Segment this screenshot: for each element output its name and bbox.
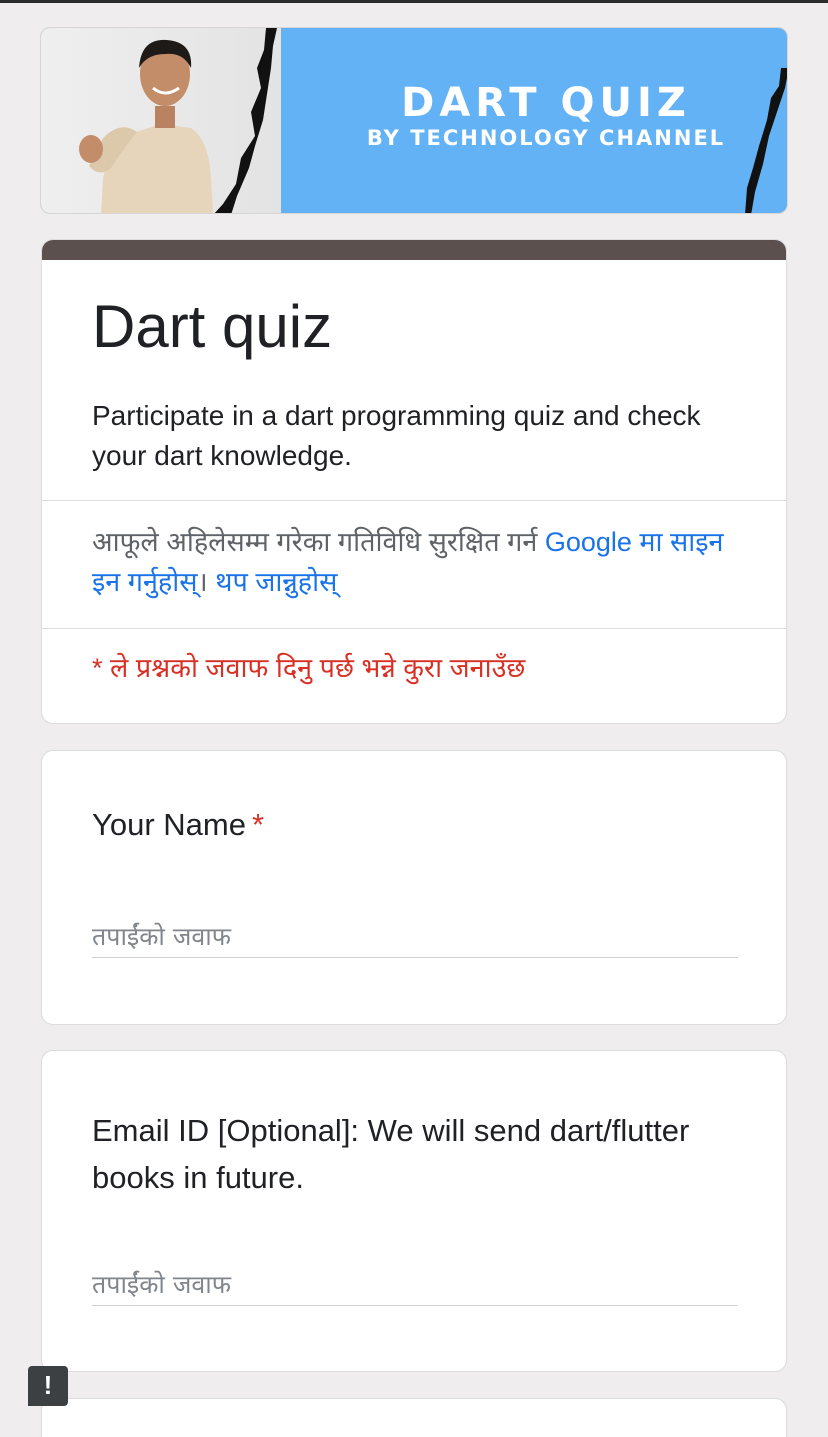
question-card-name: Your Name * [41, 750, 787, 1025]
signin-separator: । [197, 567, 216, 597]
question-title: Your Name * [92, 807, 264, 843]
required-indicator-note: * ले प्रश्नको जवाफ दिनु पर्छ भन्ने कुरा … [92, 653, 526, 683]
name-answer-input[interactable] [92, 916, 738, 958]
email-answer-input[interactable] [92, 1264, 738, 1306]
banner-title: DART QUIZ [401, 80, 691, 126]
theme-color-band [42, 240, 786, 260]
required-asterisk: * [251, 807, 265, 842]
question-card-email: Email ID [Optional]: We will send dart/f… [41, 1050, 787, 1372]
learn-more-link[interactable]: थप जान्नुहोस् [215, 567, 337, 597]
signin-text: आफूले अहिलेसम्म गरेका गतिविधि सुरक्षित ग… [92, 527, 545, 557]
person-figure [79, 39, 213, 213]
question-title: Email ID [Optional]: We will send dart/f… [92, 1113, 690, 1195]
question-title-text: Your Name [92, 807, 246, 842]
form-header-card: Dart quiz Participate in a dart programm… [41, 239, 787, 724]
form-title: Dart quiz [92, 293, 333, 360]
signin-notice: आफूले अहिलेसम्म गरेका गतिविधि सुरक्षित ग… [92, 522, 732, 602]
top-edge [0, 0, 828, 3]
banner-subtitle: BY TECHNOLOGY CHANNEL [366, 126, 726, 150]
question-card-next [41, 1398, 787, 1437]
report-icon[interactable]: ! [28, 1366, 68, 1406]
form-description: Participate in a dart programming quiz a… [92, 400, 701, 471]
divider [42, 628, 786, 629]
header-banner-image: DART QUIZ BY TECHNOLOGY CHANNEL [40, 27, 788, 214]
divider [42, 500, 786, 501]
